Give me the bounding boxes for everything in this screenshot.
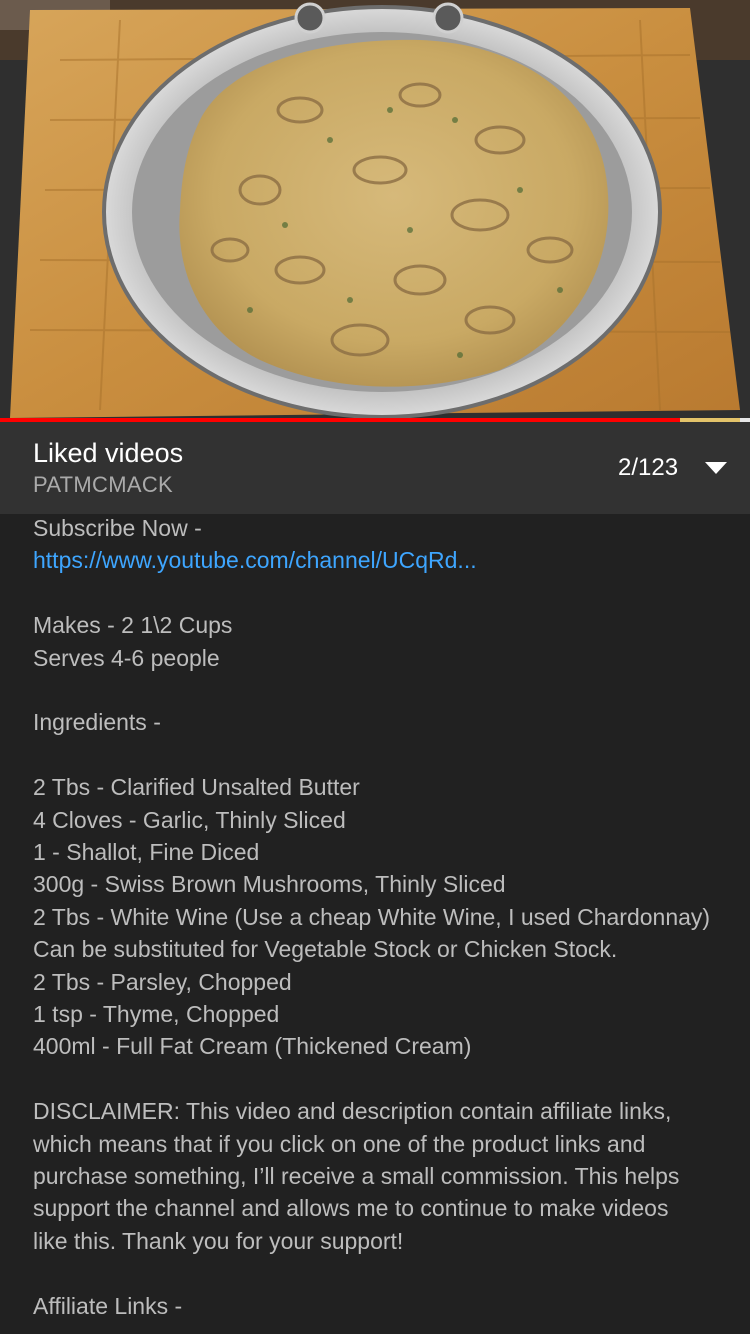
- ingredient-line: 4 Cloves - Garlic, Thinly Sliced: [33, 806, 346, 833]
- description-makes: Makes - 2 1\2 Cups: [33, 612, 233, 639]
- ingredients-heading: Ingredients -: [33, 709, 161, 736]
- description-subscribe: Subscribe Now -: [33, 515, 202, 541]
- playlist-owner: PATMCMACK: [33, 472, 173, 497]
- video-description: Subscribe Now - https://www.youtube.com/…: [33, 512, 733, 1322]
- description-serves: Serves 4-6 people: [33, 644, 220, 671]
- playlist-position: 2/123: [618, 454, 679, 481]
- disclaimer-line: DISCLAIMER: This video and description c…: [33, 1098, 672, 1125]
- ingredient-line: 2 Tbs - White Wine (Use a cheap White Wi…: [33, 903, 711, 930]
- ingredient-line: 2 Tbs - Clarified Unsalted Butter: [33, 774, 360, 801]
- channel-link[interactable]: https://www.youtube.com/channel/UCqRd...: [33, 547, 477, 573]
- playlist-title: Liked videos: [33, 438, 184, 468]
- video-player[interactable]: [0, 0, 750, 418]
- video-frame: [0, 0, 750, 418]
- disclaimer-line: purchase something, I’ll receive a small…: [33, 1163, 680, 1190]
- disclaimer-line: which means that if you click on one of …: [33, 1130, 646, 1157]
- ingredient-line: 300g - Swiss Brown Mushrooms, Thinly Sli…: [33, 871, 506, 898]
- disclaimer-line: support the channel and allows me to con…: [33, 1195, 669, 1222]
- disclaimer-line: like this. Thank you for your support!: [33, 1227, 404, 1254]
- playlist-header[interactable]: Liked videos PATMCMACK 2/123: [0, 422, 750, 514]
- ingredient-line: 2 Tbs - Parsley, Chopped: [33, 968, 292, 995]
- chevron-down-icon[interactable]: [703, 460, 729, 476]
- ingredient-line: Can be substituted for Vegetable Stock o…: [33, 936, 618, 963]
- affiliate-heading: Affiliate Links -: [33, 1292, 183, 1319]
- ingredient-line: 400ml - Full Fat Cream (Thickened Cream): [33, 1033, 472, 1060]
- ingredient-line: 1 tsp - Thyme, Chopped: [33, 1001, 280, 1028]
- ingredient-line: 1 - Shallot, Fine Diced: [33, 839, 260, 866]
